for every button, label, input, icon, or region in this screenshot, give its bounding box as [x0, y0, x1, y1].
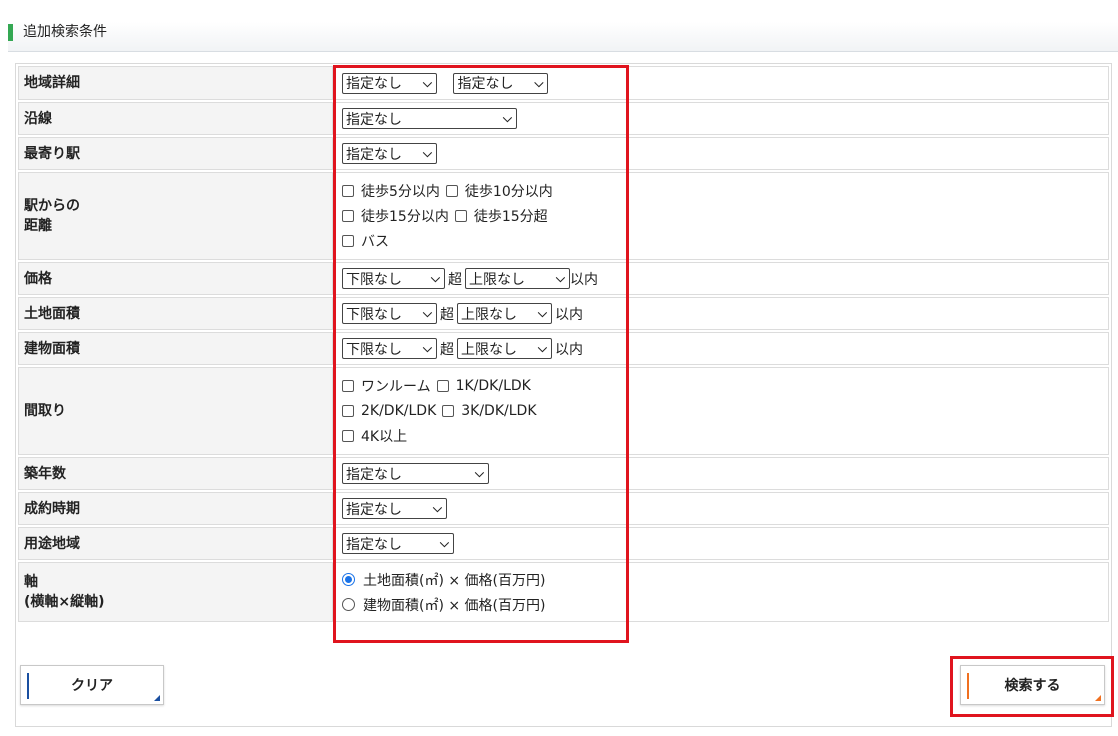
label-axis: 軸 (横軸×縦軸) — [18, 562, 333, 622]
label-building-age: 築年数 — [18, 457, 333, 490]
label-building-area: 建物面積 — [18, 332, 333, 365]
section-header: 追加検索条件 — [8, 22, 1118, 52]
clear-button-label: クリア — [71, 678, 113, 694]
label-contract-period: 成約時期 — [18, 492, 333, 525]
label-floor-plan: 間取り — [18, 367, 333, 455]
label-distance-line1: 駅からの — [24, 198, 80, 214]
search-button-accent — [967, 673, 969, 699]
label-distance-line2: 距離 — [24, 218, 52, 234]
search-button-label: 検索する — [1004, 678, 1061, 694]
clear-button-corner — [154, 695, 160, 701]
clear-button-accent — [27, 673, 29, 699]
label-zoning: 用途地域 — [18, 527, 333, 560]
label-axis-line1: 軸 — [24, 574, 38, 590]
search-button[interactable]: 検索する — [960, 665, 1105, 705]
label-land-area: 土地面積 — [18, 297, 333, 330]
label-area: 地域詳細 — [18, 66, 333, 100]
highlight-conditions-box — [333, 65, 629, 643]
label-station: 最寄り駅 — [18, 137, 333, 170]
section-header-bar — [8, 24, 13, 41]
label-distance: 駅からの 距離 — [18, 172, 333, 260]
section-title: 追加検索条件 — [23, 24, 107, 40]
label-line: 沿線 — [18, 102, 333, 135]
label-axis-line2: (横軸×縦軸) — [24, 594, 105, 610]
clear-button[interactable]: クリア — [20, 665, 164, 705]
search-button-corner — [1095, 695, 1101, 701]
label-price: 価格 — [18, 262, 333, 295]
